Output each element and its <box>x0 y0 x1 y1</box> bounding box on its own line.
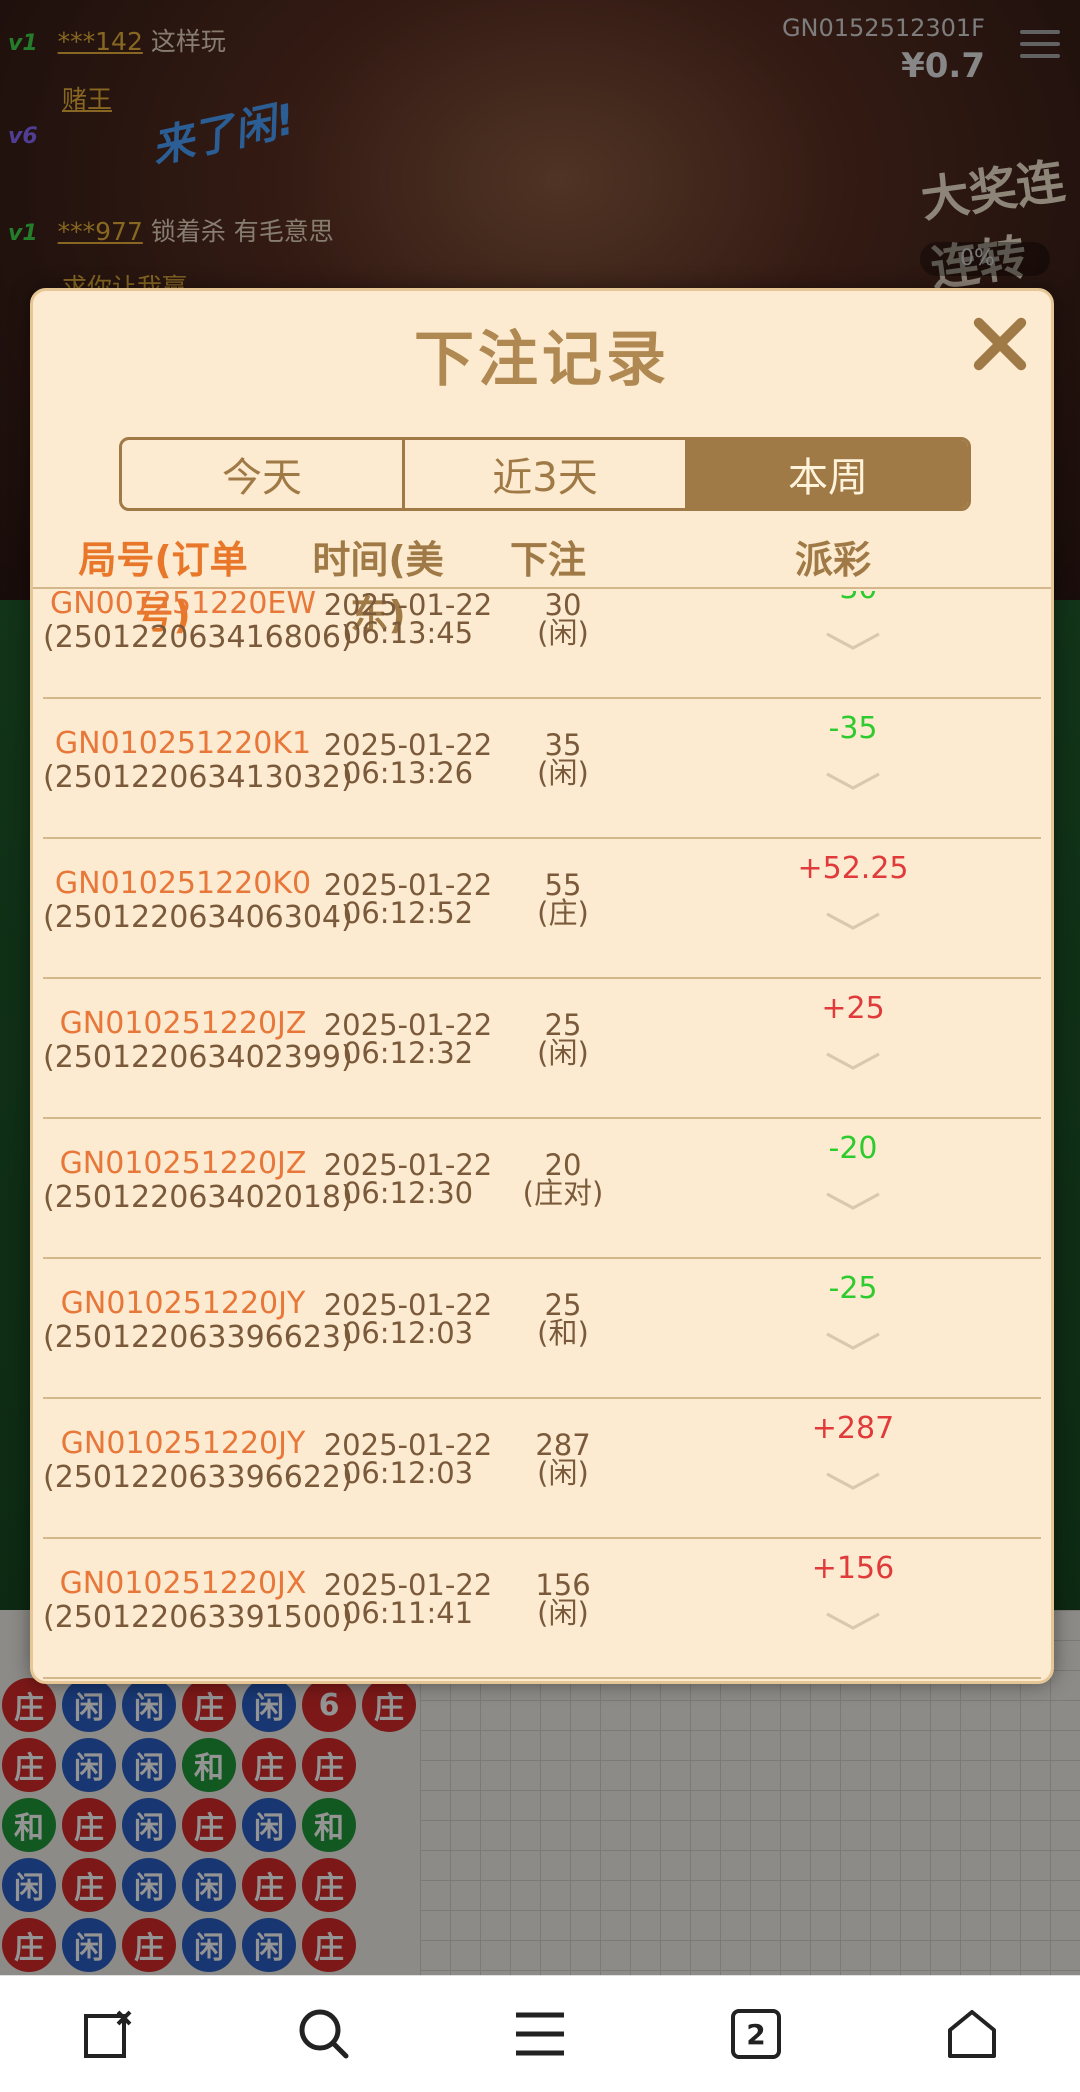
bet-amount: 287 <box>535 1428 591 1462</box>
payout-cell: +287 <box>653 1411 1051 1494</box>
bet-record-row[interactable]: GN010251220JX (250122063391500) 2025-01-… <box>43 1539 1041 1679</box>
bet-record-row[interactable]: GN010251220K0 (250122063406304) 2025-01-… <box>43 839 1041 979</box>
payout-value: -30 <box>653 591 1051 606</box>
order-number: (250122063402018) <box>43 1180 353 1215</box>
home-icon[interactable] <box>932 1994 1012 2074</box>
date-range-tabs: 今天 近3天 本周 <box>119 437 971 511</box>
payout-value: -35 <box>828 711 878 746</box>
payout-value: +156 <box>811 1551 895 1586</box>
bet-cell: 156 (闲) <box>463 1568 663 1630</box>
order-number: (250122063406304) <box>43 900 353 935</box>
order-cell: GN010251220JY (250122063396622) <box>43 1426 353 1495</box>
tab-today[interactable]: 今天 <box>122 440 405 508</box>
bet-type: (庄对) <box>522 1176 604 1210</box>
bet-amount: 35 <box>544 728 582 762</box>
bet-type: (闲) <box>537 1596 589 1630</box>
bet-type: (闲) <box>537 756 589 790</box>
chevron-down-icon[interactable] <box>823 1048 883 1074</box>
column-header-payout: 派彩 <box>794 538 871 582</box>
round-id: GN010251220K0 <box>54 866 312 901</box>
chevron-down-icon[interactable] <box>823 628 883 654</box>
search-icon[interactable] <box>284 1994 364 2074</box>
bet-cell: 55 (庄) <box>463 868 663 930</box>
order-number: (250122063402399) <box>43 1040 353 1075</box>
payout-value: +287 <box>811 1411 895 1446</box>
browser-toolbar: 2 <box>0 1975 1080 2092</box>
bet-amount: 55 <box>544 868 582 902</box>
bet-cell: 20 (庄对) <box>463 1148 663 1210</box>
bet-cell: 25 (闲) <box>463 1008 663 1070</box>
payout-cell: +156 <box>653 1551 1051 1634</box>
bet-cell: 35 (闲) <box>463 728 663 790</box>
round-id: GN010251220JY <box>60 1286 306 1321</box>
bet-cell: 287 (闲) <box>463 1428 663 1490</box>
payout-cell: -30 <box>653 591 1051 654</box>
order-cell: GN010251220JX (250122063391500) <box>43 1566 353 1635</box>
order-cell: GN010251220K0 (250122063406304) <box>43 866 353 935</box>
round-id: GN010251220JZ <box>59 1146 307 1181</box>
order-cell: GN010251220K1 (250122063413032) <box>43 726 353 795</box>
bet-type: (闲) <box>537 616 589 650</box>
tab-this-week[interactable]: 本周 <box>688 440 968 508</box>
bet-cell: 25 (和) <box>463 1288 663 1350</box>
order-cell: GN007251220EW (250122063416806) <box>43 591 353 655</box>
chevron-down-icon[interactable] <box>823 1608 883 1634</box>
chevron-down-icon[interactable] <box>823 1468 883 1494</box>
bet-type: (闲) <box>537 1456 589 1490</box>
menu-icon[interactable] <box>500 1994 580 2074</box>
bet-record-row[interactable]: GN007251220EW (250122063416806) 2025-01-… <box>43 591 1041 699</box>
tab-last-3-days[interactable]: 近3天 <box>405 440 688 508</box>
bet-record-row[interactable]: GN010251220JY (250122063396623) 2025-01-… <box>43 1259 1041 1399</box>
order-number: (250122063391500) <box>43 1600 353 1635</box>
payout-value: -20 <box>828 1131 878 1166</box>
order-number: (250122063396623) <box>43 1320 353 1355</box>
bet-record-row[interactable]: GN010251220JZ (250122063402018) 2025-01-… <box>43 1119 1041 1259</box>
chevron-down-icon[interactable] <box>823 768 883 794</box>
close-icon[interactable] <box>963 307 1037 381</box>
round-id: GN010251220JY <box>60 1426 306 1461</box>
bet-type: (庄) <box>537 896 589 930</box>
payout-value: +52.25 <box>797 851 909 886</box>
payout-value: +25 <box>821 991 885 1026</box>
bet-record-row[interactable]: GN010251220JY (250122063396622) 2025-01-… <box>43 1399 1041 1539</box>
chevron-down-icon[interactable] <box>823 1328 883 1354</box>
svg-text:2: 2 <box>746 2018 765 2051</box>
payout-cell: +52.25 <box>653 851 1051 934</box>
bet-record-row[interactable]: GN010251220JZ (250122063402399) 2025-01-… <box>43 979 1041 1119</box>
chevron-down-icon[interactable] <box>823 908 883 934</box>
close-tab-icon[interactable] <box>68 1994 148 2074</box>
dialog-title: 下注记录 <box>414 325 670 395</box>
table-header: 局号(订单号) 时间(美东) 下注 派彩 <box>33 529 1051 637</box>
order-cell: GN010251220JZ (250122063402018) <box>43 1146 353 1215</box>
chevron-down-icon[interactable] <box>823 1188 883 1214</box>
tabs-icon[interactable]: 2 <box>716 1994 796 2074</box>
round-id: GN010251220JX <box>59 1566 307 1601</box>
bet-history-dialog: 下注记录 今天 近3天 本周 局号(订单号) 时间(美东) 下注 派彩 GN00… <box>30 288 1054 1684</box>
bet-cell: 30 (闲) <box>463 591 663 650</box>
order-number: (250122063396622) <box>43 1460 353 1495</box>
order-number: (250122063416806) <box>43 620 353 655</box>
bet-amount: 25 <box>544 1288 582 1322</box>
bet-type: (和) <box>537 1316 589 1350</box>
bet-type: (闲) <box>537 1036 589 1070</box>
round-id: GN007251220EW <box>49 591 317 621</box>
order-cell: GN010251220JY (250122063396623) <box>43 1286 353 1355</box>
payout-cell: +25 <box>653 991 1051 1074</box>
order-cell: GN010251220JZ (250122063402399) <box>43 1006 353 1075</box>
bet-record-list[interactable]: GN007251220EW (250122063416806) 2025-01-… <box>33 591 1051 1681</box>
bet-amount: 30 <box>544 591 582 622</box>
column-header-bet: 下注 <box>509 538 586 582</box>
order-number: (250122063413032) <box>43 760 353 795</box>
payout-cell: -25 <box>653 1271 1051 1354</box>
round-id: GN010251220JZ <box>59 1006 307 1041</box>
payout-value: -25 <box>828 1271 878 1306</box>
payout-cell: -35 <box>653 711 1051 794</box>
bet-amount: 25 <box>544 1008 582 1042</box>
bet-amount: 20 <box>544 1148 582 1182</box>
bet-amount: 156 <box>535 1568 591 1602</box>
payout-cell: -20 <box>653 1131 1051 1214</box>
bet-record-row[interactable]: GN010251220K1 (250122063413032) 2025-01-… <box>43 699 1041 839</box>
round-id: GN010251220K1 <box>54 726 312 761</box>
